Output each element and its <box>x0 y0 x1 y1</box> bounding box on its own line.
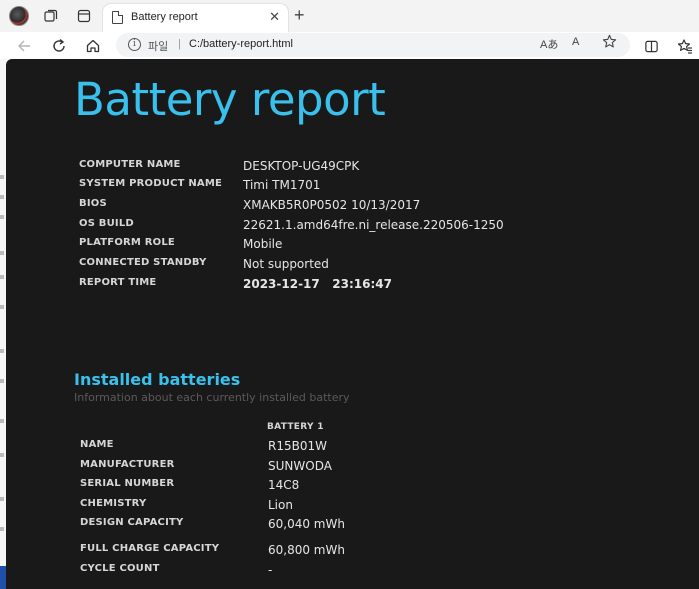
avatar[interactable] <box>9 6 29 26</box>
info-row-platform-role: PLATFORM ROLE Mobile <box>79 237 679 253</box>
report-page: Battery report COMPUTER NAME DESKTOP-UG4… <box>6 59 699 589</box>
split-screen-icon[interactable] <box>641 36 661 56</box>
installed-batteries-title: Installed batteries <box>74 370 241 389</box>
info-label: OS BUILD <box>79 218 134 229</box>
info-value: 2023-12-17 23:16:47 <box>243 277 392 291</box>
toolbar: i 파일 | C:/battery-report.html Aあ A <box>0 32 699 59</box>
battery-row-manufacturer: MANUFACTURER SUNWODA <box>80 459 680 475</box>
battery-row-name: NAME R15B01W <box>80 439 680 455</box>
info-icon[interactable]: i <box>128 38 141 51</box>
battery-value: 60,040 mWh <box>268 517 345 531</box>
refresh-icon[interactable] <box>49 36 69 56</box>
battery-column-header: BATTERY 1 <box>267 422 324 432</box>
battery-value: R15B01W <box>268 439 327 453</box>
info-label: SYSTEM PRODUCT NAME <box>79 178 223 189</box>
workspaces-icon[interactable] <box>41 6 61 26</box>
info-value: Not supported <box>243 257 329 271</box>
favorites-icon[interactable] <box>675 36 695 56</box>
battery-value: 60,800 mWh <box>268 543 345 557</box>
close-icon[interactable]: ✕ <box>269 9 280 25</box>
battery-label: CYCLE COUNT <box>80 563 160 574</box>
tab-actions-icon[interactable] <box>74 6 94 26</box>
battery-value: Lion <box>268 498 293 512</box>
info-label: CONNECTED STANDBY <box>79 257 207 268</box>
report-title: Battery report <box>74 73 386 126</box>
info-row-os-build: OS BUILD 22621.1.amd64fre.ni_release.220… <box>79 218 679 234</box>
info-label: COMPUTER NAME <box>79 159 181 170</box>
back-icon[interactable] <box>14 36 34 56</box>
battery-row-serial-number: SERIAL NUMBER 14C8 <box>80 478 680 494</box>
info-row-system-product-name: SYSTEM PRODUCT NAME Timi TM1701 <box>79 178 679 194</box>
read-aloud-icon[interactable]: Aあ <box>540 36 558 52</box>
info-value: XMAKB5R0P0502 10/13/2017 <box>243 198 421 212</box>
tab-title: Battery report <box>131 11 198 23</box>
info-value: 22621.1.amd64fre.ni_release.220506-1250 <box>243 218 504 232</box>
active-tab[interactable]: Battery report ✕ <box>103 4 288 32</box>
address-separator: | <box>178 38 181 50</box>
battery-label: FULL CHARGE CAPACITY <box>80 543 220 554</box>
info-row-bios: BIOS XMAKB5R0P0502 10/13/2017 <box>79 198 679 214</box>
battery-label: MANUFACTURER <box>80 459 175 470</box>
battery-label: NAME <box>80 439 114 450</box>
battery-label: DESIGN CAPACITY <box>80 517 184 528</box>
home-icon[interactable] <box>83 36 103 56</box>
info-value: Mobile <box>243 237 283 251</box>
battery-row-chemistry: CHEMISTRY Lion <box>80 498 680 514</box>
info-label: REPORT TIME <box>79 277 157 288</box>
immersive-reader-icon[interactable]: A <box>572 36 579 48</box>
battery-row-full-charge-capacity: FULL CHARGE CAPACITY 60,800 mWh <box>80 543 680 559</box>
document-icon <box>112 11 123 24</box>
info-value: DESKTOP-UG49CPK <box>243 159 360 173</box>
info-label: BIOS <box>79 198 107 209</box>
scheme-label: 파일 <box>148 41 169 53</box>
info-row-report-time: REPORT TIME 2023-12-17 23:16:47 <box>79 277 679 293</box>
battery-label: SERIAL NUMBER <box>80 478 175 489</box>
installed-batteries-subtitle: Information about each currently install… <box>74 391 350 404</box>
new-tab-icon[interactable]: + <box>294 5 305 26</box>
info-value: Timi TM1701 <box>243 178 321 192</box>
battery-row-cycle-count: CYCLE COUNT - <box>80 563 680 579</box>
info-row-computer-name: COMPUTER NAME DESKTOP-UG49CPK <box>79 159 679 175</box>
battery-value: 14C8 <box>268 478 300 492</box>
favorite-star-icon[interactable] <box>602 34 617 52</box>
url-text[interactable]: C:/battery-report.html <box>189 38 293 50</box>
battery-label: CHEMISTRY <box>80 498 147 509</box>
battery-value: SUNWODA <box>268 459 332 473</box>
address-bar[interactable]: i 파일 | C:/battery-report.html Aあ A <box>116 33 630 57</box>
battery-row-design-capacity: DESIGN CAPACITY 60,040 mWh <box>80 517 680 533</box>
tab-strip: Battery report ✕ + <box>0 0 699 32</box>
battery-value: - <box>268 563 273 577</box>
info-label: PLATFORM ROLE <box>79 237 175 248</box>
info-row-connected-standby: CONNECTED STANDBY Not supported <box>79 257 679 273</box>
